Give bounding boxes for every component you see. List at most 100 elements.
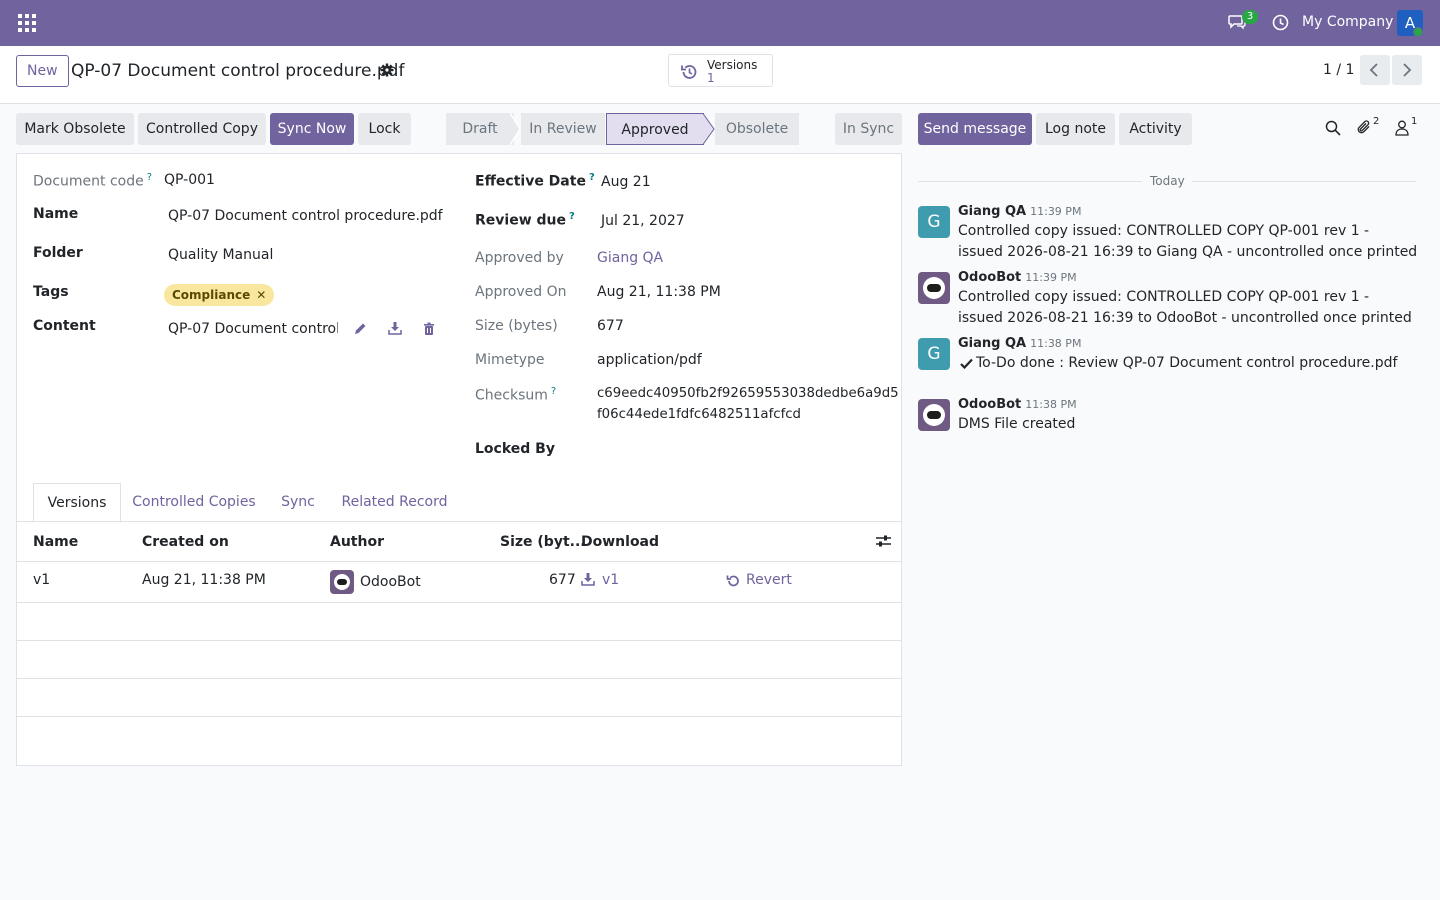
chevron-left-icon [1369,63,1378,77]
tab-controlled-copies[interactable]: Controlled Copies [129,483,259,522]
search-icon[interactable] [1325,120,1341,136]
column-header-size[interactable]: Size (byt... [500,534,586,550]
approved-by-link[interactable]: Giang QA [597,250,663,266]
log-note-button[interactable]: Log note [1036,113,1115,145]
approved-by-label: Approved by [475,250,564,266]
message-time: 11:39 PM [1030,205,1082,218]
message-body: Controlled copy issued: CONTROLLED COPY … [958,289,1412,326]
message-author: OdooBot 11:38 PM [958,397,1077,412]
effective-date-field[interactable]: Aug 21 [601,174,651,190]
mark-obsolete-button[interactable]: Mark Obsolete [16,113,134,145]
tab-sync[interactable]: Sync [275,483,321,522]
download-icon[interactable] [388,321,402,335]
message-author: OdooBot 11:39 PM [958,270,1077,285]
column-header-created-on[interactable]: Created on [142,534,229,550]
activity-clock-icon[interactable] [1272,14,1289,31]
review-due-field[interactable]: Jul 21, 2027 [601,213,685,229]
message-author: Giang QA 11:38 PM [958,336,1082,351]
trash-icon[interactable] [422,322,436,336]
folder-field[interactable]: Quality Manual [168,247,273,263]
tab-related-record[interactable]: Related Record [337,483,452,522]
pager-next-button[interactable] [1392,55,1422,85]
versions-label: Versions [707,58,758,72]
content-filename: QP-07 Document control procedure.pdf [168,321,338,337]
tags-label: Tags [33,284,69,300]
content-label: Content [33,318,96,334]
date-separator: Today [918,174,1416,188]
versions-count: 1 [707,71,715,85]
avatar[interactable]: G [918,338,950,370]
sync-now-button[interactable]: Sync Now [270,113,354,145]
name-label: Name [33,206,79,222]
online-status-dot [1413,27,1423,37]
form-statusbar: Mark Obsolete Controlled Copy Sync Now L… [0,104,910,152]
gear-icon[interactable] [380,63,394,77]
document-code-value[interactable]: QP-001 [164,172,215,188]
effective-date-label: Effective Date? [475,172,595,190]
history-icon [681,65,697,79]
check-icon [960,358,973,369]
versions-smart-button[interactable]: Versions 1 [668,54,773,87]
download-icon[interactable] [581,572,595,586]
activity-button[interactable]: Activity [1119,113,1192,145]
form-sheet: Document code? QP-001 Name QP-07 Documen… [16,153,902,766]
company-switcher[interactable]: My Company [1302,14,1393,30]
message-body: DMS File created [958,416,1076,432]
stage-active-arrow-icon [703,113,715,145]
chatter-panel: Send message Log note Activity 2 1 Today… [910,104,1440,900]
message-time: 11:39 PM [1025,271,1077,284]
review-due-label: Review due? [475,211,575,229]
row-created-on: Aug 21, 11:38 PM [142,572,266,588]
list-divider [17,640,901,641]
mimetype-label: Mimetype [475,352,545,368]
column-header-name[interactable]: Name [33,534,78,550]
message-body: To-Do done : Review QP-07 Document contr… [976,355,1398,371]
apps-menu-icon[interactable] [18,14,36,32]
row-name: v1 [33,572,51,588]
stage-in-review[interactable]: In Review [521,113,605,145]
row-download-link[interactable]: v1 [602,572,619,588]
record-title: QP-07 Document control procedure.pdf [71,61,405,81]
new-button[interactable]: New [16,55,69,87]
avatar[interactable]: G [918,206,950,238]
pager-previous-button[interactable] [1360,55,1390,85]
name-field[interactable]: QP-07 Document control procedure.pdf [168,208,443,224]
undo-icon [726,575,739,587]
folder-label: Folder [33,245,83,261]
optional-columns-icon[interactable] [876,534,891,548]
top-navbar: 3 My Company A [0,0,1440,46]
pager-value[interactable]: 1 / 1 [1323,62,1354,78]
mimetype-value: application/pdf [597,352,702,368]
row-size: 677 [549,572,576,588]
tag-remove-icon[interactable]: ✕ [256,288,266,302]
message-author: Giang QA 11:39 PM [958,204,1082,219]
edit-pencil-icon[interactable] [353,322,367,336]
paperclip-icon[interactable] [1356,119,1372,136]
revert-label: Revert [746,572,792,588]
tag-compliance: Compliance ✕ [164,284,275,306]
notebook-tabs: Versions Controlled Copies Sync Related … [17,483,901,523]
message-time: 11:38 PM [1030,337,1082,350]
stage-approved[interactable]: Approved [606,113,704,145]
followers-count: 1 [1411,116,1418,127]
attachments-count: 2 [1373,116,1380,127]
stage-obsolete[interactable]: Obsolete [715,113,799,145]
column-header-author[interactable]: Author [330,534,384,550]
locked-by-label: Locked By [475,441,555,457]
column-header-download[interactable]: Download [581,534,659,550]
avatar[interactable] [918,399,950,431]
list-divider [17,678,901,679]
size-value: 677 [597,318,624,334]
lock-button[interactable]: Lock [358,113,411,145]
follower-icon[interactable] [1395,120,1409,136]
chevron-right-icon [1403,63,1412,77]
document-code-label: Document code? [33,172,153,190]
approved-on-label: Approved On [475,284,567,300]
tab-versions[interactable]: Versions [33,483,121,523]
stage-draft[interactable]: Draft [446,113,514,145]
message-body: Controlled copy issued: CONTROLLED COPY … [958,223,1418,260]
avatar[interactable] [918,272,950,304]
list-divider [17,602,901,603]
controlled-copy-button[interactable]: Controlled Copy [138,113,266,145]
send-message-button[interactable]: Send message [918,113,1032,145]
